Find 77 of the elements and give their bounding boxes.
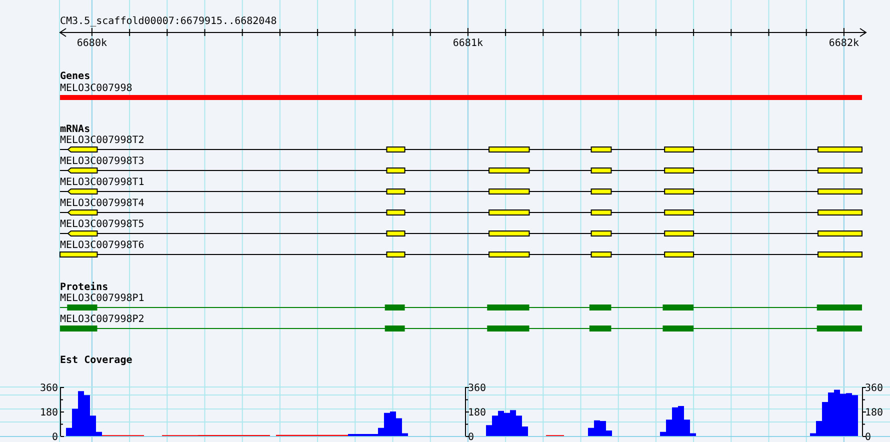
exon-block [386,252,406,258]
protein-block [67,304,98,310]
exon-block [67,146,98,152]
protein-block [60,326,98,332]
y-axis [862,386,866,437]
exon-block [818,230,862,236]
exon-block [818,146,862,152]
axis-label: 360 [865,383,884,394]
exon-block [664,230,694,236]
track-title: Genes [60,71,90,82]
tick-label: 6681k [452,38,483,49]
track-title: mRNAs [60,124,90,135]
exon-block [590,188,612,194]
protein-block [384,304,405,310]
exon-block [67,188,98,194]
exon-block [590,230,612,236]
exon-block [590,146,612,152]
protein-block [589,326,612,332]
feature-label: MELO3C007998T3 [60,156,144,167]
exon-block [590,168,612,174]
protein-block [816,326,862,332]
exon-block [386,210,406,216]
exon-block [590,252,612,258]
axis-label: 180 [468,408,486,418]
exon-block [488,210,530,216]
exon-block [664,210,694,216]
exon-block [386,230,406,236]
exon-block [818,188,862,194]
protein-block [816,304,862,310]
feature-label: MELO3C007998P1 [60,293,144,304]
feature-label: MELO3C007998T5 [60,219,144,230]
exon-block [818,252,862,258]
track-title: Proteins [60,282,108,293]
exon-block [488,168,530,174]
protein-block [662,326,694,332]
protein-block [589,304,612,310]
axis-label: 0 [468,432,474,442]
exon-block [664,168,694,174]
exon-block [590,210,612,216]
protein-block [662,304,694,310]
exon-block [488,252,530,258]
exon-block [488,230,530,236]
axis-label: 0 [52,432,58,442]
y-axis [60,386,64,437]
exon-block [664,252,694,258]
protein-block [487,326,530,332]
protein-block [487,304,530,310]
feature-label: MELO3C007998T1 [60,177,144,188]
exon-block [488,188,530,194]
axis-label: 180 [40,408,58,418]
feature-label: MELO3C007998T6 [60,240,144,251]
feature-label: MELO3C007998T4 [60,198,144,209]
tick-label: 6680k [76,38,108,49]
y-axis [465,386,470,437]
exon-block [818,168,862,174]
exon-block [664,188,694,194]
exon-block [386,168,406,174]
exon-block [67,210,98,216]
protein-block [384,326,405,332]
axis-label: 0 [865,432,872,442]
exon-block [67,168,98,174]
exon-block [60,252,98,258]
exon-block [386,188,406,194]
tick-label: 6682k [828,38,859,49]
axis-label: 180 [865,408,884,418]
track-title: Est Coverage [60,355,132,366]
feature-label: MELO3C007998T2 [60,135,144,146]
feature-label: MELO3C007998P2 [60,314,144,325]
feature-label: MELO3C007998 [60,83,132,94]
axis-label: 360 [468,383,486,394]
axis-label: 360 [40,383,58,394]
exon-block [488,146,530,152]
exon-block [386,146,406,152]
exon-block [818,210,862,216]
ruler-title: CM3.5_scaffold00007:6679915..6682048 [60,16,277,27]
exon-block [67,230,98,236]
exon-block [664,146,694,152]
